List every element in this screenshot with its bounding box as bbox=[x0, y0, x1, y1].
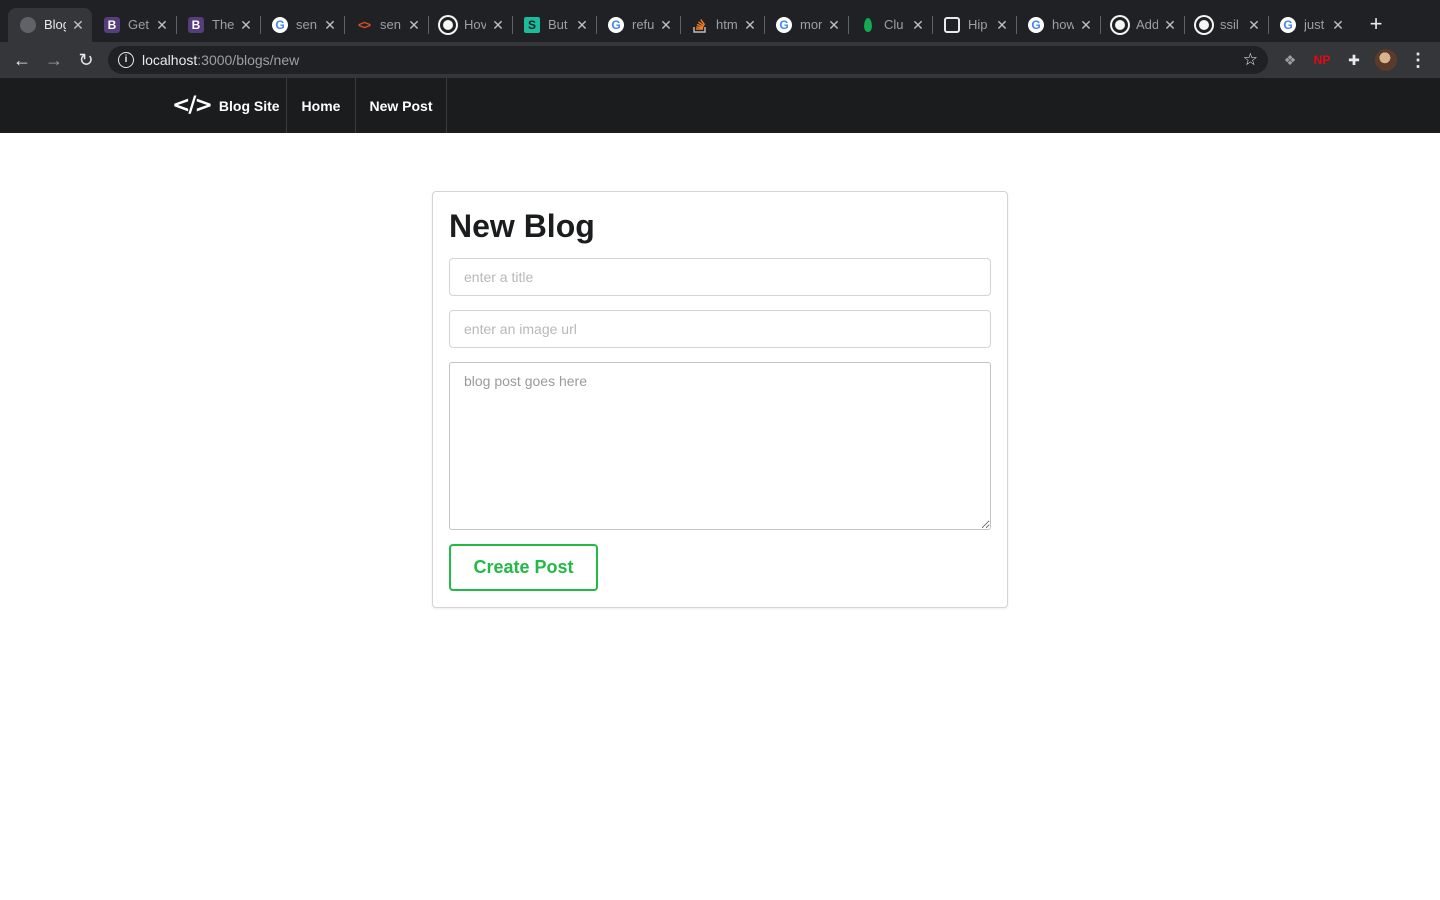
url-path: :3000/blogs/new bbox=[197, 52, 300, 68]
close-icon[interactable]: ✕ bbox=[826, 16, 842, 34]
tab-how[interactable]: G how ✕ bbox=[1016, 8, 1100, 42]
google-icon: G bbox=[776, 17, 792, 33]
tab-title: how bbox=[1052, 17, 1074, 32]
close-icon[interactable]: ✕ bbox=[994, 16, 1010, 34]
tab-title: sen bbox=[296, 17, 317, 32]
address-bar[interactable]: i localhost:3000/blogs/new ☆ bbox=[108, 46, 1268, 74]
tab-title: Hip bbox=[968, 17, 988, 32]
close-icon[interactable]: ✕ bbox=[70, 16, 86, 34]
hip-icon bbox=[944, 17, 960, 33]
close-icon[interactable]: ✕ bbox=[574, 16, 590, 34]
close-icon[interactable]: ✕ bbox=[742, 16, 758, 34]
mongodb-leaf-icon bbox=[860, 17, 876, 33]
tab-ssil[interactable]: ssil ✕ bbox=[1184, 8, 1268, 42]
brand-link[interactable]: </> Blog Site bbox=[158, 78, 286, 133]
np-extension-icon[interactable]: NP bbox=[1312, 50, 1332, 70]
tab-sen-google[interactable]: G sen ✕ bbox=[260, 8, 344, 42]
page-title: New Blog bbox=[449, 208, 595, 244]
github-icon bbox=[1112, 17, 1128, 33]
extensions-puzzle-icon[interactable]: ✚ bbox=[1344, 50, 1364, 70]
tab-title: Get bbox=[128, 17, 149, 32]
bootstrap-icon: B bbox=[188, 17, 204, 33]
tab-title: sen bbox=[380, 17, 401, 32]
tab-title: Add bbox=[1136, 17, 1158, 32]
site-navbar: </> Blog Site Home New Post bbox=[0, 78, 1440, 133]
info-icon[interactable]: i bbox=[118, 52, 134, 68]
brand-label: Blog Site bbox=[218, 97, 280, 114]
url-text[interactable]: localhost:3000/blogs/new bbox=[142, 52, 299, 68]
close-icon[interactable]: ✕ bbox=[1330, 16, 1346, 34]
tab-title: Clu bbox=[884, 17, 904, 32]
close-icon[interactable]: ✕ bbox=[910, 16, 926, 34]
browser-tab-strip: Blog ✕ B Get ✕ B The ✕ G sen ✕ <> sen ✕ … bbox=[0, 0, 1440, 42]
close-icon[interactable]: ✕ bbox=[1162, 16, 1178, 34]
code-icon: <> bbox=[357, 18, 371, 32]
title-input[interactable] bbox=[449, 258, 991, 296]
github-icon bbox=[440, 17, 456, 33]
new-blog-form: New Blog Create Post bbox=[432, 191, 1008, 608]
browser-menu-icon[interactable]: ⋮ bbox=[1408, 48, 1428, 72]
nav-divider bbox=[446, 78, 447, 133]
nav-item-home[interactable]: Home bbox=[287, 78, 355, 133]
tab-title: htm bbox=[716, 17, 738, 32]
s-icon: S bbox=[524, 17, 540, 33]
tab-sen-code[interactable]: <> sen ✕ bbox=[344, 8, 428, 42]
globe-icon bbox=[20, 17, 36, 33]
tab-clu[interactable]: Clu ✕ bbox=[848, 8, 932, 42]
url-host: localhost bbox=[142, 52, 198, 68]
back-icon[interactable]: ← bbox=[10, 48, 34, 72]
tab-just[interactable]: G just ✕ bbox=[1268, 8, 1352, 42]
blog-body-textarea[interactable] bbox=[449, 362, 991, 530]
tab-refu[interactable]: G refu ✕ bbox=[596, 8, 680, 42]
new-tab-button[interactable]: + bbox=[1364, 13, 1388, 37]
tab-title: ssil bbox=[1220, 17, 1239, 32]
tab-title: just bbox=[1304, 17, 1325, 32]
tab-the[interactable]: B The ✕ bbox=[176, 8, 260, 42]
tab-get[interactable]: B Get ✕ bbox=[92, 8, 176, 42]
browser-toolbar: ← → ↻ i localhost:3000/blogs/new ☆ ❖ NP … bbox=[0, 42, 1440, 78]
stackoverflow-icon bbox=[692, 17, 708, 33]
tab-htm[interactable]: htm ✕ bbox=[680, 8, 764, 42]
tab-title: Blog bbox=[44, 17, 66, 32]
tab-blog[interactable]: Blog ✕ bbox=[8, 8, 92, 42]
tab-title: refu bbox=[632, 17, 654, 32]
tab-but[interactable]: S But ✕ bbox=[512, 8, 596, 42]
tab-mor[interactable]: G mor ✕ bbox=[764, 8, 848, 42]
close-icon[interactable]: ✕ bbox=[154, 16, 170, 34]
reload-icon[interactable]: ↻ bbox=[74, 48, 98, 72]
github-icon bbox=[1196, 17, 1212, 33]
close-icon[interactable]: ✕ bbox=[1078, 16, 1094, 34]
tab-title: mor bbox=[800, 17, 822, 32]
image-url-input[interactable] bbox=[449, 310, 991, 348]
google-icon: G bbox=[272, 17, 288, 33]
tab-hov[interactable]: Hov ✕ bbox=[428, 8, 512, 42]
tab-hip[interactable]: Hip ✕ bbox=[932, 8, 1016, 42]
close-icon[interactable]: ✕ bbox=[238, 16, 254, 34]
close-icon[interactable]: ✕ bbox=[322, 16, 338, 34]
tab-title: Hov bbox=[464, 17, 486, 32]
tab-title: The bbox=[212, 17, 234, 32]
close-icon[interactable]: ✕ bbox=[658, 16, 674, 34]
profile-avatar[interactable] bbox=[1375, 49, 1397, 71]
google-icon: G bbox=[608, 17, 624, 33]
code-brackets-icon: </> bbox=[172, 93, 213, 118]
create-post-button[interactable]: Create Post bbox=[449, 544, 598, 591]
dropbox-icon[interactable]: ❖ bbox=[1280, 50, 1300, 70]
google-icon: G bbox=[1028, 17, 1044, 33]
google-icon: G bbox=[1280, 17, 1296, 33]
forward-icon[interactable]: → bbox=[42, 48, 66, 72]
bootstrap-icon: B bbox=[104, 17, 120, 33]
nav-item-new-post[interactable]: New Post bbox=[356, 78, 446, 133]
tab-add[interactable]: Add ✕ bbox=[1100, 8, 1184, 42]
bookmark-star-icon[interactable]: ☆ bbox=[1243, 49, 1258, 71]
close-icon[interactable]: ✕ bbox=[1246, 16, 1262, 34]
close-icon[interactable]: ✕ bbox=[406, 16, 422, 34]
close-icon[interactable]: ✕ bbox=[490, 16, 506, 34]
tab-title: But bbox=[548, 17, 568, 32]
